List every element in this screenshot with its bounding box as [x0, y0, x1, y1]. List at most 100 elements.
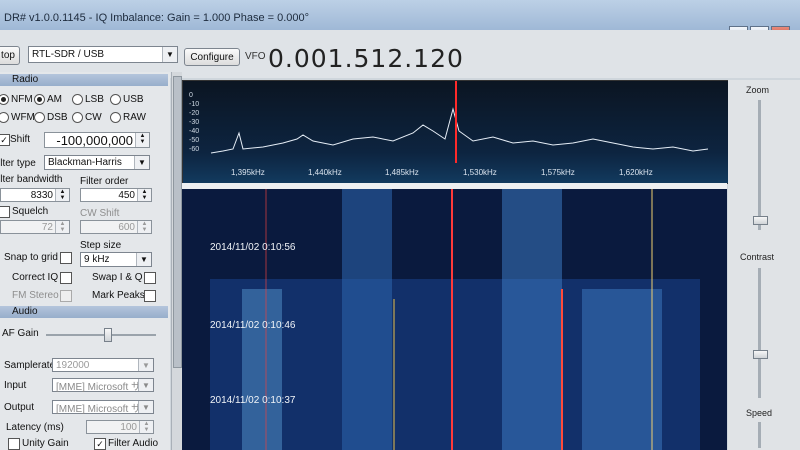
af-gain-label: AF Gain: [2, 328, 39, 339]
mode-label: USB: [123, 94, 144, 105]
fm-stereo-checkbox[interactable]: [60, 290, 72, 302]
configure-button[interactable]: Configure: [184, 48, 240, 66]
filter-bandwidth-input[interactable]: 8330 ▲ ▼: [0, 188, 70, 202]
vfo-frequency[interactable]: 0.001.512.120: [268, 44, 464, 73]
stepper-icon[interactable]: ▲ ▼: [137, 189, 151, 201]
input-device-select[interactable]: [MME] Microsoft サウ ▼: [52, 378, 154, 393]
mode-usb[interactable]: USB: [110, 94, 144, 105]
radio-section-header[interactable]: Radio: [0, 74, 168, 86]
af-gain-slider[interactable]: [103, 328, 112, 342]
filter-type-label: ilter type: [0, 158, 36, 169]
filter-bandwidth-label: ilter bandwidth: [0, 174, 63, 185]
mode-lsb[interactable]: LSB: [72, 94, 104, 105]
contrast-slider[interactable]: [753, 350, 768, 359]
squelch-label: Squelch: [12, 206, 49, 217]
unity-gain-label: Unity Gain: [22, 438, 69, 449]
snap-checkbox[interactable]: [60, 252, 72, 264]
filter-audio-checkbox[interactable]: ✓: [94, 438, 106, 450]
stepper-icon[interactable]: ▲ ▼: [137, 221, 151, 233]
mode-raw[interactable]: RAW: [110, 112, 146, 123]
device-value: RTL-SDR / USB: [32, 49, 105, 60]
cw-shift-label: CW Shift: [80, 208, 120, 219]
radio-dot-icon: [72, 94, 83, 105]
x-tick-1: 1,440kHz: [308, 168, 342, 177]
filter-type-value: Blackman-Harris: [48, 157, 122, 168]
latency-input[interactable]: 100 ▲ ▼: [86, 420, 154, 434]
step-size-label: Step size: [80, 240, 122, 251]
audio-section-header[interactable]: Audio: [0, 306, 168, 318]
speed-track[interactable]: [758, 422, 761, 448]
output-device-select[interactable]: [MME] Microsoft サウ ▼: [52, 400, 154, 415]
mode-label: CW: [85, 112, 102, 123]
input-device-value: [MME] Microsoft サウ: [56, 381, 152, 393]
swap-iq-checkbox[interactable]: [144, 272, 156, 284]
unity-gain-checkbox[interactable]: [8, 438, 20, 450]
samplerate-label: Samplerate: [4, 360, 56, 371]
correct-iq-checkbox[interactable]: [60, 272, 72, 284]
filter-order-label: Filter order: [80, 176, 129, 187]
mode-dsb[interactable]: DSB: [34, 112, 68, 123]
input-label: Input: [4, 380, 27, 391]
squelch-input[interactable]: 72 ▲ ▼: [0, 220, 70, 234]
mode-wfm[interactable]: WFM: [0, 112, 35, 123]
radio-dot-icon: [0, 94, 9, 105]
mode-cw[interactable]: CW: [72, 112, 102, 123]
chevron-down-icon: ▼: [138, 359, 153, 371]
latency-value: 100: [120, 422, 137, 433]
speed-label: Speed: [746, 408, 773, 418]
samplerate-select[interactable]: 192000 ▼: [52, 358, 154, 372]
x-tick-3: 1,530kHz: [463, 168, 497, 177]
spectrum-analyzer[interactable]: 0 -10 -20 -30 -40 -50 -60 1,395kHz 1,440…: [182, 80, 729, 184]
shift-input[interactable]: -100,000,000 ▲ ▼: [44, 132, 150, 148]
stop-button[interactable]: top: [0, 46, 20, 65]
cw-shift-value: 600: [118, 222, 135, 233]
radio-dot-icon: [34, 112, 45, 123]
step-size-select[interactable]: 9 kHz ▼: [80, 252, 152, 267]
chevron-down-icon: ▼: [162, 47, 177, 62]
samplerate-value: 192000: [56, 359, 90, 371]
stepper-icon[interactable]: ▲ ▼: [55, 221, 69, 233]
stepper-icon[interactable]: ▲ ▼: [135, 133, 149, 147]
panel-scrollbar[interactable]: [171, 72, 182, 450]
waterfall-display[interactable]: 2014/11/02 0:10:56 2014/11/02 0:10:46 20…: [182, 189, 727, 450]
filter-bandwidth-value: 8330: [30, 190, 53, 201]
zoom-slider[interactable]: [753, 216, 768, 225]
step-size-value: 9 kHz: [84, 254, 110, 265]
radio-dot-icon: [110, 112, 121, 123]
x-tick-4: 1,575kHz: [541, 168, 575, 177]
mark-peaks-checkbox[interactable]: [144, 290, 156, 302]
output-device-value: [MME] Microsoft サウ: [56, 403, 152, 415]
vfo-label: VFO: [245, 51, 266, 62]
cw-shift-input[interactable]: 600 ▲ ▼: [80, 220, 152, 234]
stepper-icon[interactable]: ▲ ▼: [139, 421, 153, 433]
chevron-down-icon: ▼: [134, 156, 149, 169]
filter-type-select[interactable]: Blackman-Harris ▼: [44, 155, 150, 170]
shift-checkbox[interactable]: ✓: [0, 134, 10, 146]
chevron-down-icon: ▼: [136, 253, 151, 266]
zoom-track[interactable]: [758, 100, 761, 230]
mode-am[interactable]: AM: [34, 94, 62, 105]
window-title: DR# v1.0.0.1145 - IQ Imbalance: Gain = 1…: [4, 12, 310, 24]
control-panel: Radio NFM AM LSB USB WFM DSB CW RAW ✓ Sh…: [0, 72, 170, 450]
view-controls: Zoom Contrast Speed: [728, 80, 800, 450]
mode-nfm[interactable]: NFM: [0, 94, 33, 105]
output-label: Output: [4, 402, 35, 413]
title-bar: DR# v1.0.0.1145 - IQ Imbalance: Gain = 1…: [0, 0, 800, 31]
contrast-track[interactable]: [758, 268, 761, 398]
mark-peaks-label: Mark Peaks: [92, 290, 145, 301]
filter-order-input[interactable]: 450 ▲ ▼: [80, 188, 152, 202]
audio-section-label: Audio: [12, 306, 38, 317]
device-select[interactable]: RTL-SDR / USB ▼: [28, 46, 178, 63]
latency-label: Latency (ms): [6, 422, 64, 433]
af-gain-track[interactable]: [46, 334, 156, 336]
squelch-checkbox[interactable]: [0, 206, 10, 218]
fm-stereo-label: FM Stereo: [12, 290, 59, 301]
swap-iq-label: Swap I & Q: [92, 272, 143, 283]
contrast-label: Contrast: [740, 252, 775, 262]
stepper-icon[interactable]: ▲ ▼: [55, 189, 69, 201]
x-tick-2: 1,485kHz: [385, 168, 419, 177]
waterfall-timestamp: 2014/11/02 0:10:37: [210, 395, 296, 406]
mode-label: NFM: [11, 94, 33, 105]
radio-dot-icon: [72, 112, 83, 123]
scrollbar-thumb[interactable]: [173, 76, 182, 368]
